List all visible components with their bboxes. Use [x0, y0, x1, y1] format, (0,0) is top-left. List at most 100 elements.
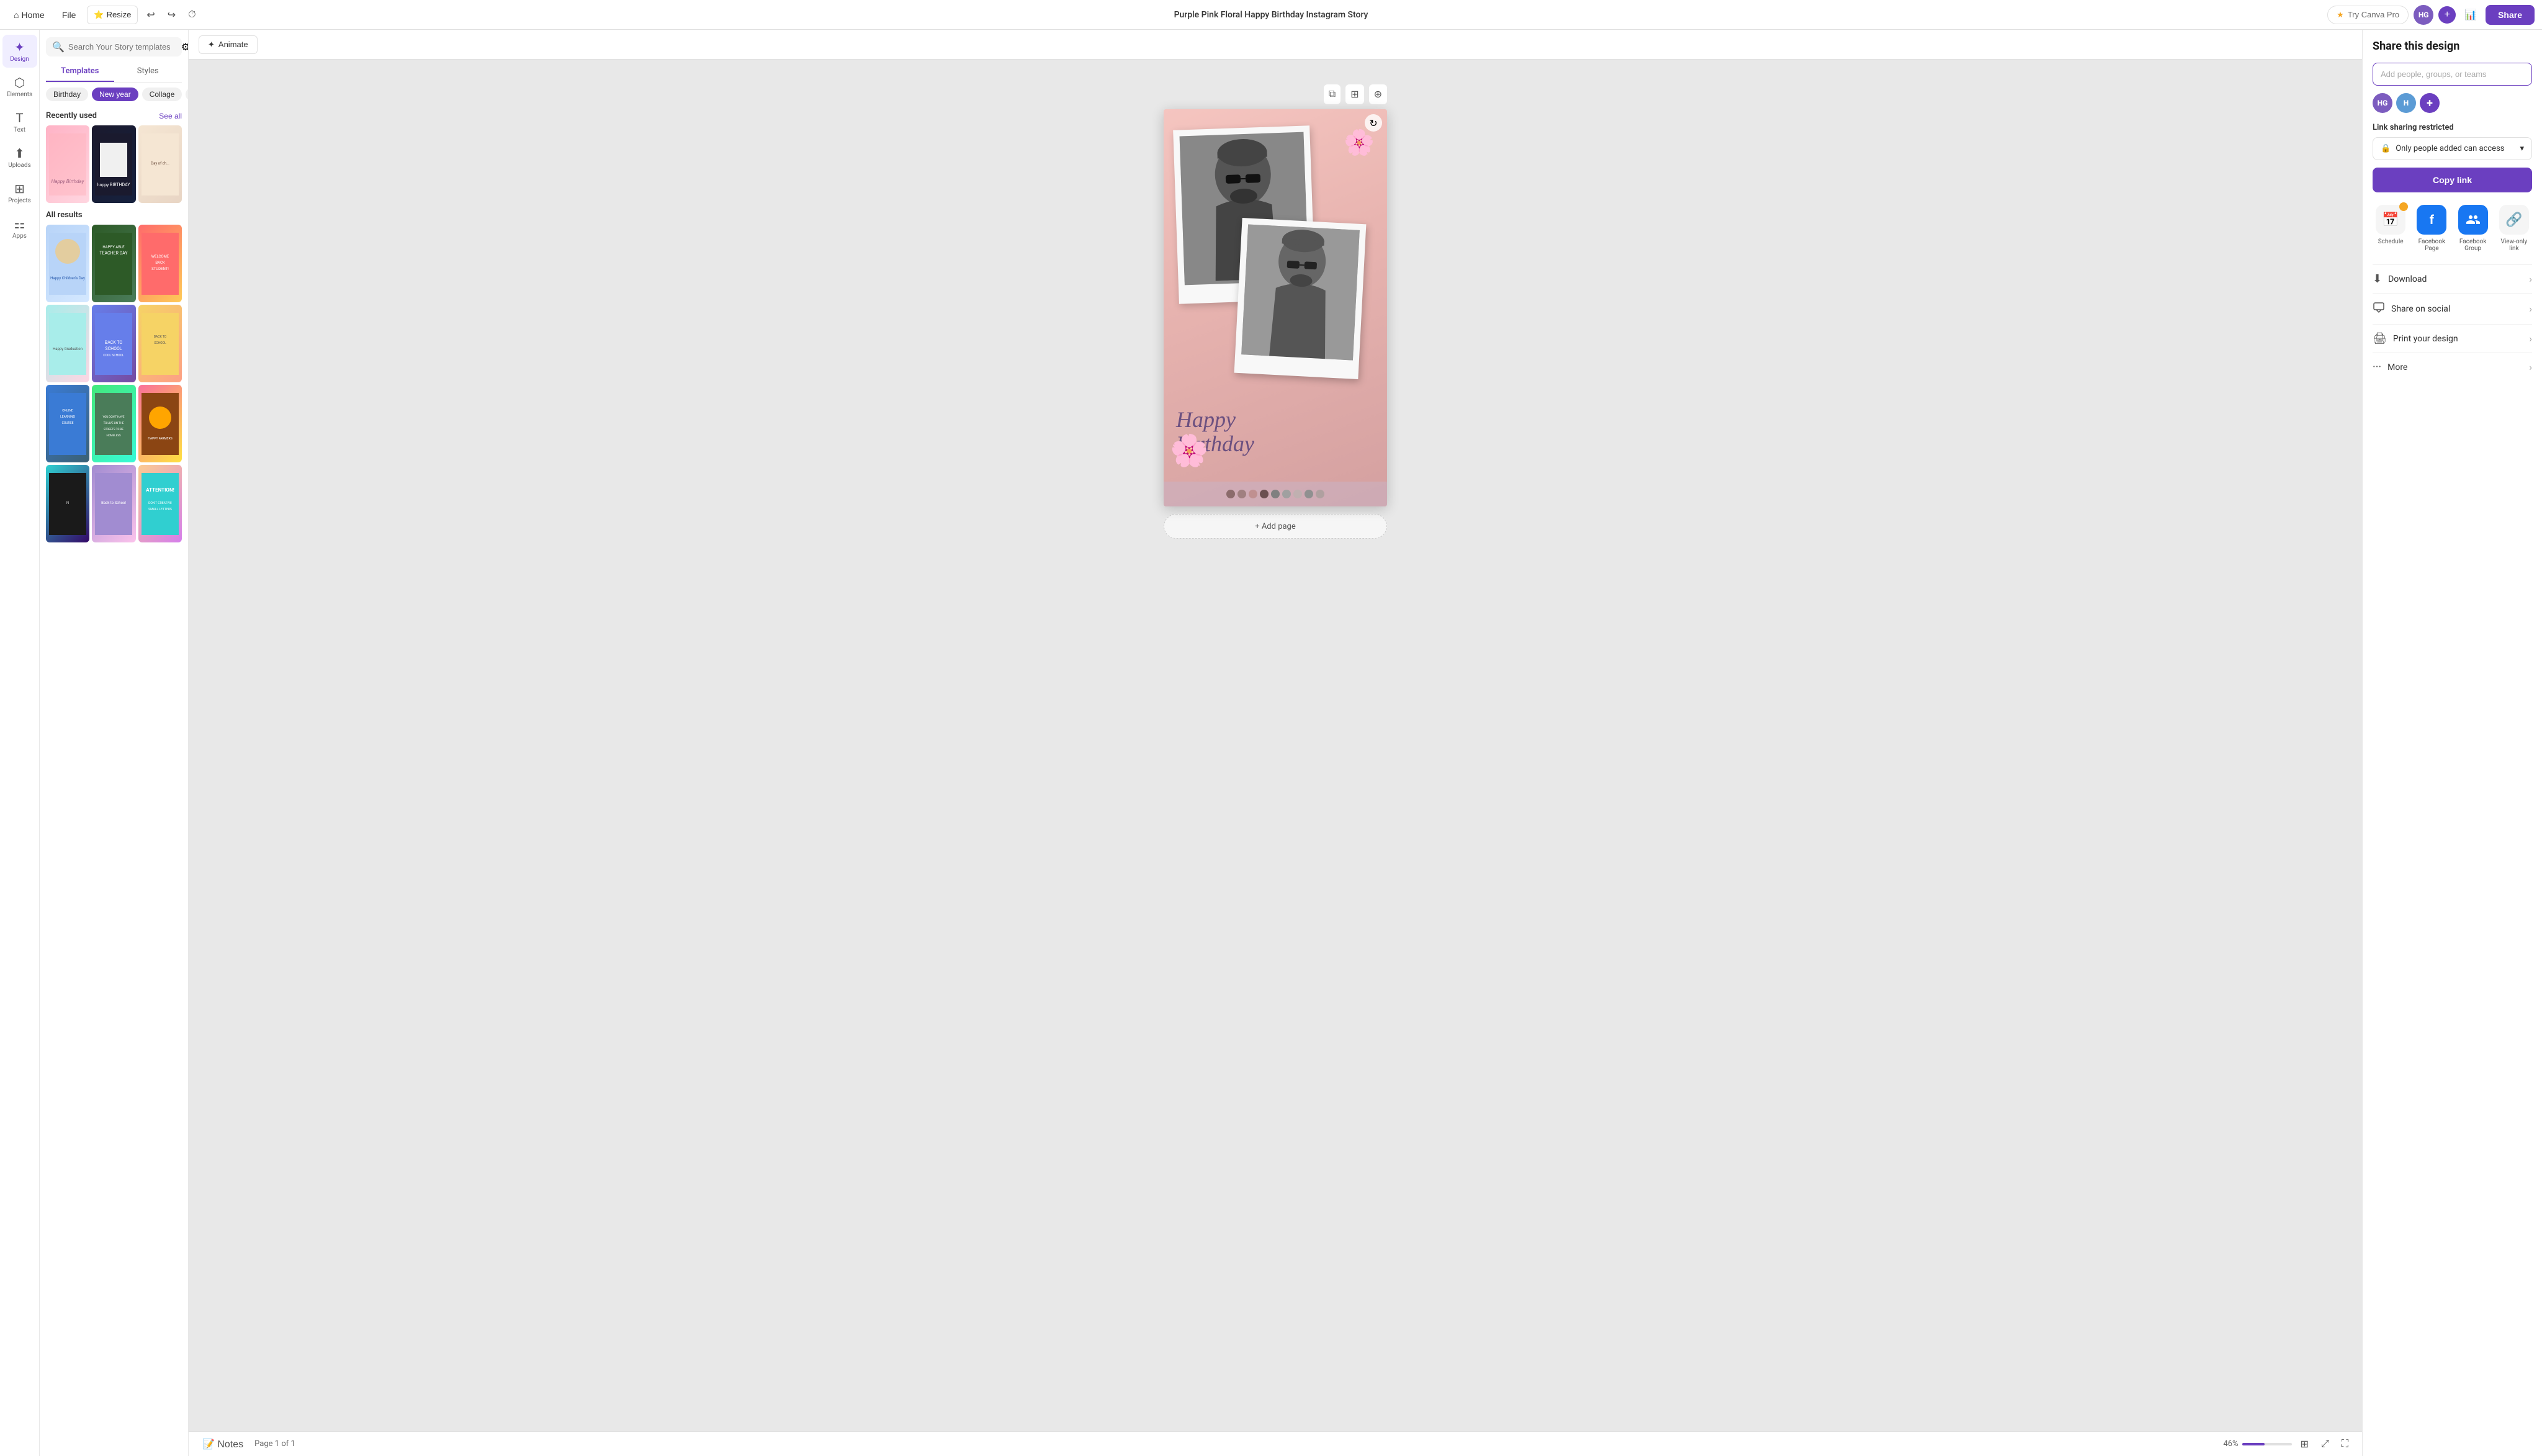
sidebar-item-projects[interactable]: ⊞ Projects	[2, 176, 37, 209]
share-people-input[interactable]	[2373, 63, 2532, 86]
search-input[interactable]	[68, 42, 177, 52]
print-row[interactable]: 🖨 Print your design ›	[2373, 324, 2532, 353]
redo-button[interactable]: ↪	[164, 5, 179, 25]
chip-birthday[interactable]: Birthday	[46, 88, 88, 101]
template-thumb-8[interactable]: YOU DON'T HAVE TO LIVE ON THE STREETS TO…	[92, 385, 135, 462]
sidebar-item-text[interactable]: T Text	[2, 106, 37, 138]
all-results-grid: Happy Children's Day HAPPY ABLE TEACHER …	[40, 222, 188, 545]
file-button[interactable]: File	[56, 6, 83, 24]
fullscreen-button[interactable]: ⛶	[2338, 1435, 2352, 1454]
svg-text:COURSE: COURSE	[62, 421, 74, 425]
projects-label: Projects	[8, 197, 31, 204]
share-button[interactable]: Share	[2486, 5, 2535, 25]
color-swatch-4	[1260, 490, 1269, 498]
animate-icon: ✦	[208, 40, 215, 50]
template-preview: HAPPY FARMERS	[138, 385, 182, 462]
sidebar-item-uploads[interactable]: ⬆ Uploads	[2, 141, 37, 174]
see-all-button[interactable]: See all	[159, 112, 182, 120]
share-option-schedule[interactable]: 📅 Schedule	[2373, 205, 2409, 252]
download-row[interactable]: ⬇ Download ›	[2373, 264, 2532, 293]
share-option-view-only[interactable]: 🔗 View-only link	[2496, 205, 2532, 252]
sidebar-item-design[interactable]: ✦ Design	[2, 35, 37, 68]
more-row[interactable]: ··· More ›	[2373, 353, 2532, 381]
lock-icon: 🔒	[2381, 144, 2391, 153]
canvas-copy-icon[interactable]: ⧉	[1324, 84, 1341, 104]
try-pro-button[interactable]: ★ Try Canva Pro	[2327, 6, 2409, 24]
zoom-slider[interactable]	[2242, 1443, 2292, 1445]
avatar[interactable]: HG	[2414, 5, 2433, 25]
animate-label: Animate	[218, 40, 248, 49]
schedule-label: Schedule	[2378, 238, 2404, 245]
filter-icon[interactable]: ⚙	[181, 41, 189, 53]
template-preview: Day of ch...	[138, 125, 182, 203]
color-swatch-2	[1237, 490, 1246, 498]
page-info: Page 1 of 1	[254, 1439, 295, 1449]
template-thumb-recent-2[interactable]: happy BIRTHDAY	[92, 125, 135, 203]
timer-button[interactable]: ⏱	[184, 6, 199, 24]
template-preview: BACK TO SCHOOL	[138, 305, 182, 382]
search-bar: 🔍 ⚙	[46, 37, 182, 56]
polaroid-photo-2[interactable]	[1234, 218, 1367, 379]
resize-button[interactable]: ⭐ Resize	[87, 6, 138, 24]
notes-button[interactable]: 📝 Notes	[199, 1434, 247, 1454]
template-thumb-9[interactable]: HAPPY FARMERS	[138, 385, 182, 462]
template-thumb-recent-3[interactable]: Day of ch...	[138, 125, 182, 203]
template-thumb-3[interactable]: WELCOME BACK STUDENT!	[138, 225, 182, 302]
text-label: Text	[14, 127, 25, 133]
design-canvas[interactable]: 🌸	[1164, 109, 1387, 506]
download-left: ⬇ Download	[2373, 272, 2427, 285]
sidebar-item-elements[interactable]: ⬡ Elements	[2, 70, 37, 103]
canvas-duplicate-icon[interactable]: ⊞	[1345, 84, 1363, 104]
share-social-row[interactable]: Share on social ›	[2373, 293, 2532, 324]
home-button[interactable]: ⌂ Home	[7, 6, 51, 24]
template-thumb-2[interactable]: HAPPY ABLE TEACHER DAY	[92, 225, 135, 302]
tab-templates[interactable]: Templates	[46, 61, 114, 82]
svg-text:HAPPY ABLE: HAPPY ABLE	[103, 245, 125, 249]
undo-button[interactable]: ↩	[143, 5, 158, 25]
add-collaborator-button[interactable]: +	[2438, 6, 2456, 24]
color-swatch-3	[1249, 490, 1257, 498]
more-left: ··· More	[2373, 361, 2407, 374]
svg-text:DON'T CREATIVE: DON'T CREATIVE	[148, 501, 172, 505]
print-label: Print your design	[2393, 334, 2458, 344]
link-access-dropdown[interactable]: 🔒 Only people added can access ▾	[2373, 137, 2532, 160]
color-swatch-7	[1293, 490, 1302, 498]
view-only-icon: 🔗	[2499, 205, 2529, 235]
access-label: Only people added can access	[2396, 144, 2504, 153]
animate-button[interactable]: ✦ Animate	[199, 35, 258, 54]
svg-text:Happy Birthday: Happy Birthday	[52, 179, 84, 184]
share-option-facebook-page[interactable]: f Facebook Page	[2414, 205, 2450, 252]
canvas-more-icon[interactable]: ⊕	[1369, 84, 1387, 104]
elements-label: Elements	[7, 91, 32, 98]
zoom-control: 46%	[2223, 1439, 2291, 1449]
template-preview: Happy Birthday	[46, 125, 89, 203]
chip-newyear[interactable]: New year	[92, 88, 138, 101]
stats-button[interactable]: 📊	[2461, 5, 2481, 25]
more-label: More	[2387, 362, 2407, 372]
tab-styles[interactable]: Styles	[114, 61, 182, 82]
share-option-facebook-group[interactable]: Facebook Group	[2455, 205, 2491, 252]
refresh-button[interactable]: ↻	[1365, 114, 1382, 132]
add-person-button[interactable]: +	[2420, 93, 2440, 113]
sidebar-item-apps[interactable]: ⚏ Apps	[2, 212, 37, 245]
copy-link-button[interactable]: Copy link	[2373, 168, 2532, 192]
add-page-button[interactable]: + Add page	[1164, 514, 1387, 539]
projects-icon: ⊞	[14, 181, 25, 196]
elements-icon: ⬡	[14, 75, 25, 90]
expand-button[interactable]: ⤢	[2317, 1435, 2333, 1454]
template-thumb-5[interactable]: BACK TO SCHOOL COOL SCHOOL	[92, 305, 135, 382]
template-thumb-10[interactable]: N	[46, 465, 89, 542]
template-thumb-6[interactable]: BACK TO SCHOOL	[138, 305, 182, 382]
grid-view-button[interactable]: ⊞	[2297, 1434, 2312, 1454]
template-thumb-1[interactable]: Happy Children's Day	[46, 225, 89, 302]
svg-text:N: N	[66, 501, 69, 505]
template-thumb-11[interactable]: Back to School	[92, 465, 135, 542]
template-thumb-recent-1[interactable]: Happy Birthday	[46, 125, 89, 203]
canvas-scroll[interactable]: ⧉ ⊞ ⊕ 🌸	[189, 60, 2362, 1431]
chip-food[interactable]: Food	[186, 88, 188, 101]
template-thumb-7[interactable]: ONLINE LEARNING COURSE	[46, 385, 89, 462]
template-thumb-12[interactable]: ATTENTION! DON'T CREATIVE SMALL LETTERS	[138, 465, 182, 542]
template-thumb-4[interactable]: Happy Graduation	[46, 305, 89, 382]
panel-scroll: Recently used See all Happy Birthday	[40, 106, 188, 1456]
chip-collage[interactable]: Collage	[142, 88, 182, 101]
